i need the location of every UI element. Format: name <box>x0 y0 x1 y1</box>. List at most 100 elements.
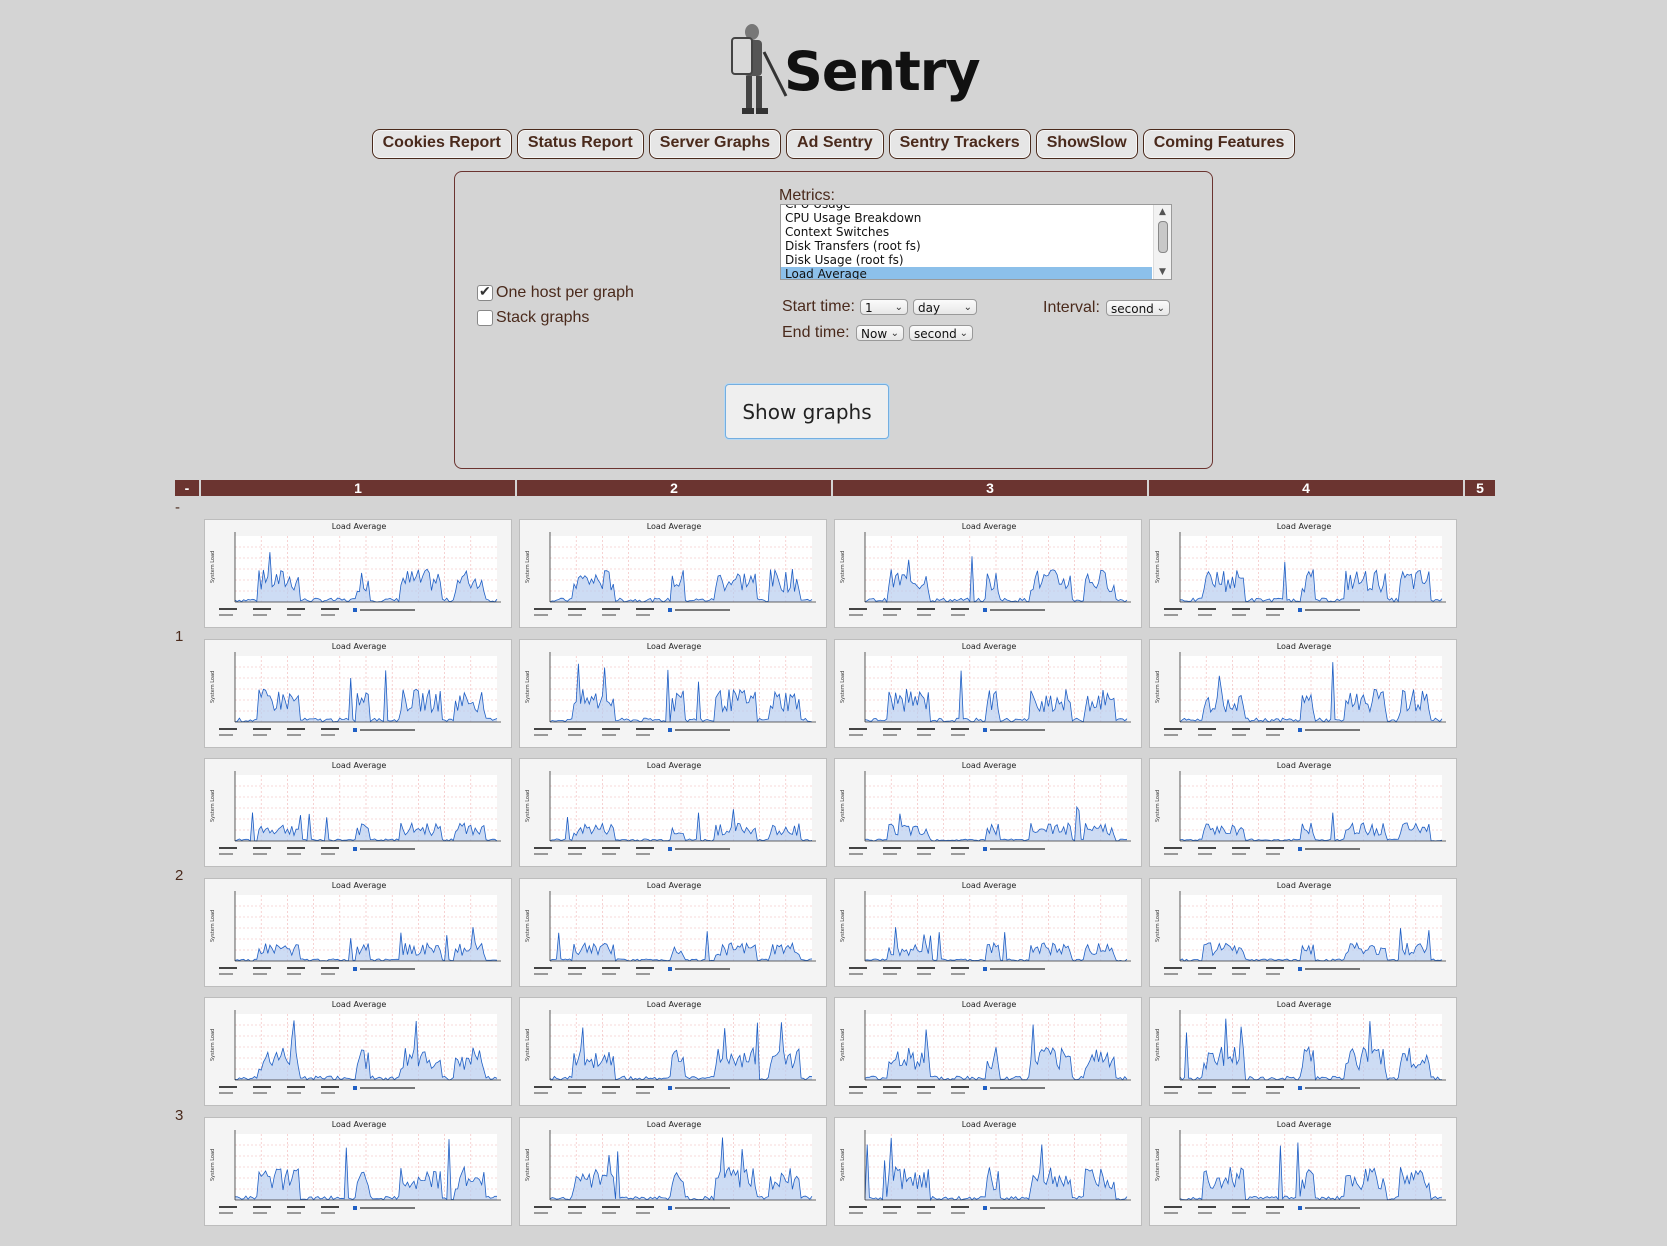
metric-option[interactable]: CPU Usage Breakdown <box>781 211 1152 225</box>
metric-option[interactable]: CPU Usage <box>781 205 1152 211</box>
one-host-label: One host per graph <box>496 284 634 301</box>
graph-image: System Load <box>1155 532 1446 616</box>
graph-image: System Load <box>1155 652 1446 736</box>
nav-sentry-trackers[interactable]: Sentry Trackers <box>888 129 1031 159</box>
knight-icon <box>731 24 788 114</box>
load-average-graph[interactable]: Load Average System Load <box>1149 519 1457 628</box>
load-average-graph[interactable]: Load Average System Load <box>204 878 512 987</box>
load-average-graph[interactable]: Load Average System Load <box>204 997 512 1106</box>
load-average-graph[interactable]: Load Average System Load <box>204 639 512 748</box>
column-header-2[interactable]: 2 <box>517 480 831 496</box>
graph-image: System Load <box>840 1010 1131 1094</box>
load-average-graph[interactable]: Load Average System Load <box>519 639 827 748</box>
load-average-graph[interactable]: Load Average System Load <box>1149 878 1457 987</box>
row-label-empty[interactable]: - <box>175 499 180 516</box>
load-average-graph[interactable]: Load Average System Load <box>519 997 827 1106</box>
nav-status-report[interactable]: Status Report <box>516 129 644 159</box>
y-axis-label: System Load <box>840 1149 846 1181</box>
grid-corner-cell[interactable]: - <box>175 480 199 496</box>
metric-option[interactable]: Disk Usage (root fs) <box>781 253 1152 267</box>
end-unit-select[interactable]: second ⌄ <box>909 325 973 341</box>
graph-image: System Load <box>525 652 816 736</box>
load-average-graph[interactable]: Load Average System Load <box>834 997 1142 1106</box>
row-label-3[interactable]: 3 <box>175 1107 183 1124</box>
y-axis-label: System Load <box>525 790 531 822</box>
load-average-graph[interactable]: Load Average System Load <box>204 1117 512 1226</box>
y-axis-label: System Load <box>210 551 216 583</box>
start-unit-select[interactable]: day ⌄ <box>913 299 977 315</box>
metric-option[interactable]: Load Average <box>781 267 1152 279</box>
y-axis-label: System Load <box>1155 671 1161 703</box>
graph-image: System Load <box>1155 891 1446 975</box>
interval-select[interactable]: second ⌄ <box>1106 300 1170 316</box>
column-header-1[interactable]: 1 <box>201 480 515 496</box>
stack-row: Stack graphs <box>477 309 589 327</box>
show-graphs-button[interactable]: Show graphs <box>725 384 889 439</box>
y-axis-label: System Load <box>525 671 531 703</box>
y-axis-label: System Load <box>525 1029 531 1061</box>
load-average-graph[interactable]: Load Average System Load <box>834 878 1142 987</box>
y-axis-label: System Load <box>525 1149 531 1181</box>
scroll-down-icon[interactable]: ▼ <box>1154 265 1171 279</box>
chevron-down-icon: ⌄ <box>1156 303 1165 314</box>
graph-image: System Load <box>210 1010 501 1094</box>
load-average-graph[interactable]: Load Average System Load <box>1149 997 1457 1106</box>
y-axis-label: System Load <box>1155 790 1161 822</box>
load-average-graph[interactable]: Load Average System Load <box>519 758 827 867</box>
graph-image: System Load <box>840 891 1131 975</box>
load-average-graph[interactable]: Load Average System Load <box>204 758 512 867</box>
scroll-thumb[interactable] <box>1158 221 1168 253</box>
metric-option[interactable]: Context Switches <box>781 225 1152 239</box>
column-header-4[interactable]: 4 <box>1149 480 1463 496</box>
chevron-down-icon: ⌄ <box>963 302 972 313</box>
nav-ad-sentry[interactable]: Ad Sentry <box>786 129 884 159</box>
y-axis-label: System Load <box>525 551 531 583</box>
end-value-select[interactable]: Now ⌄ <box>856 325 904 341</box>
start-unit-text: day <box>918 301 941 315</box>
nav-cookies-report[interactable]: Cookies Report <box>371 129 512 159</box>
graph-image: System Load <box>525 1130 816 1214</box>
load-average-graph[interactable]: Load Average System Load <box>834 639 1142 748</box>
y-axis-label: System Load <box>840 790 846 822</box>
row-label-2[interactable]: 2 <box>175 867 183 884</box>
scroll-up-icon[interactable]: ▲ <box>1154 205 1171 219</box>
graph-image: System Load <box>210 652 501 736</box>
graph-image: System Load <box>840 532 1131 616</box>
metric-option[interactable]: Disk Transfers (root fs) <box>781 239 1152 253</box>
graph-image: System Load <box>525 532 816 616</box>
load-average-graph[interactable]: Load Average System Load <box>519 519 827 628</box>
nav-coming-features[interactable]: Coming Features <box>1142 129 1296 159</box>
nav-showslow[interactable]: ShowSlow <box>1035 129 1138 159</box>
load-average-graph[interactable]: Load Average System Load <box>519 1117 827 1226</box>
graph-image: System Load <box>210 771 501 855</box>
chevron-down-icon: ⌄ <box>890 328 899 339</box>
stack-checkbox[interactable] <box>477 310 493 326</box>
start-value-select[interactable]: 1 ⌄ <box>860 299 908 315</box>
y-axis-label: System Load <box>840 671 846 703</box>
y-axis-label: System Load <box>840 1029 846 1061</box>
load-average-graph[interactable]: Load Average System Load <box>1149 758 1457 867</box>
y-axis-label: System Load <box>840 910 846 942</box>
one-host-checkbox[interactable] <box>477 283 493 301</box>
metrics-scrollbar[interactable]: ▲ ▼ <box>1153 205 1171 279</box>
column-header-5[interactable]: 5 <box>1465 480 1495 496</box>
load-average-graph[interactable]: Load Average System Load <box>1149 1117 1457 1226</box>
y-axis-label: System Load <box>210 790 216 822</box>
load-average-graph[interactable]: Load Average System Load <box>204 519 512 628</box>
load-average-graph[interactable]: Load Average System Load <box>834 758 1142 867</box>
y-axis-label: System Load <box>210 1149 216 1181</box>
load-average-graph[interactable]: Load Average System Load <box>519 878 827 987</box>
row-label-1[interactable]: 1 <box>175 628 183 645</box>
load-average-graph[interactable]: Load Average System Load <box>834 1117 1142 1226</box>
column-header-3[interactable]: 3 <box>833 480 1147 496</box>
graph-image: System Load <box>1155 1010 1446 1094</box>
metrics-listbox[interactable]: CPU Usage CPU Usage Breakdown Context Swit… <box>780 204 1172 280</box>
y-axis-label: System Load <box>1155 551 1161 583</box>
nav-server-graphs[interactable]: Server Graphs <box>648 129 782 159</box>
graph-image: System Load <box>210 1130 501 1214</box>
load-average-graph[interactable]: Load Average System Load <box>1149 639 1457 748</box>
load-average-graph[interactable]: Load Average System Load <box>834 519 1142 628</box>
y-axis-label: System Load <box>210 910 216 942</box>
end-value-text: Now <box>861 327 888 341</box>
graph-image: System Load <box>840 652 1131 736</box>
